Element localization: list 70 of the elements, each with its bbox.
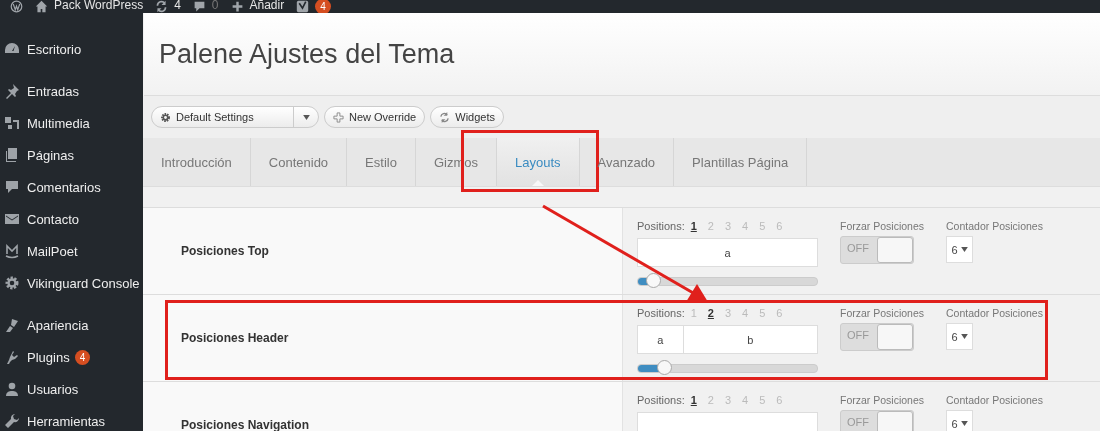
pin-icon [4, 83, 20, 99]
position-option[interactable]: 1 [690, 220, 697, 232]
tab[interactable]: Estilo [347, 138, 416, 186]
refresh-icon [439, 111, 451, 123]
brush-icon [4, 317, 20, 333]
wordpress-logo-icon[interactable] [10, 0, 23, 13]
positions-label: Positions: [637, 307, 685, 319]
field-label: Contador Posiciones [946, 307, 1043, 319]
menu-item[interactable]: Apariencia [0, 309, 143, 341]
menu-item[interactable]: Contacto [0, 203, 143, 235]
tab[interactable]: Contenido [250, 138, 348, 186]
menu-item[interactable]: Entradas [0, 75, 143, 107]
user-icon [4, 381, 20, 397]
comment-icon [4, 179, 20, 195]
site-link[interactable]: Pack WordPress [54, 0, 144, 11]
caret-icon [960, 334, 968, 339]
menu-item[interactable]: Escritorio [0, 33, 143, 65]
setting-label: Posiciones Top [181, 244, 269, 258]
gear-icon [160, 111, 171, 123]
position-option[interactable]: 2 [707, 307, 714, 319]
wrench-icon [4, 413, 20, 429]
menu-item[interactable]: Páginas [0, 139, 143, 171]
mailpoet-icon [4, 243, 20, 259]
field-label: Forzar Posiciones [840, 220, 925, 232]
toolbar-button[interactable]: Widgets [430, 106, 504, 128]
caret-icon [960, 421, 968, 426]
updates-count[interactable]: 4 [174, 0, 181, 11]
menu-item[interactable]: Herramientas [0, 405, 143, 431]
menu-item[interactable]: MailPoet [0, 235, 143, 267]
counter-select[interactable]: 6 [946, 323, 974, 350]
home-icon [35, 0, 48, 13]
position-option[interactable]: 1 [690, 394, 697, 406]
menu-item[interactable]: Vikinguard Console [0, 267, 143, 299]
menu-item[interactable]: Multimedia [0, 107, 143, 139]
add-new-link[interactable]: Añadir [249, 0, 285, 11]
tab[interactable]: Plantillas Página [674, 138, 808, 186]
menu-item[interactable]: Comentarios [0, 171, 143, 203]
field-label: Contador Posiciones [946, 394, 1043, 406]
caret-icon [960, 247, 968, 252]
envelope-icon [4, 211, 20, 227]
plus-icon [333, 111, 344, 123]
y-logo-icon[interactable] [296, 0, 310, 13]
setting-label: Posiciones Header [181, 331, 289, 345]
refresh-icon [155, 0, 169, 13]
notification-badge: 4 [315, 0, 331, 13]
menu-item[interactable]: Usuarios [0, 373, 143, 405]
toolbar-button[interactable]: New Override [324, 106, 426, 128]
slider-handle[interactable] [646, 273, 662, 288]
field-label: Forzar Posiciones [840, 307, 925, 319]
count-badge: 4 [74, 349, 91, 365]
media-icon [4, 115, 20, 131]
caret-icon [302, 114, 310, 120]
setting-label: Posiciones Navigation [181, 418, 310, 431]
counter-select[interactable]: 6 [946, 236, 974, 263]
gear-icon [4, 275, 20, 291]
menu-item[interactable]: Plugins 4 [0, 341, 143, 373]
field-label: Contador Posiciones [946, 220, 1043, 232]
plug-icon [4, 349, 20, 365]
positions-label: Positions: [637, 220, 685, 232]
comment-icon [192, 0, 206, 13]
pages-icon [4, 147, 20, 163]
tab[interactable]: Introducción [143, 138, 251, 186]
positions-label: Positions: [637, 394, 685, 406]
field-label: Forzar Posiciones [840, 394, 925, 406]
plus-icon [230, 0, 244, 13]
slider-handle[interactable] [656, 360, 672, 375]
counter-select[interactable]: 6 [946, 410, 974, 431]
preset-dropdown[interactable]: Default Settings [151, 106, 319, 128]
page-title: Palene Ajustes del Tema [159, 38, 455, 70]
tab-pointer-icon [532, 180, 545, 186]
